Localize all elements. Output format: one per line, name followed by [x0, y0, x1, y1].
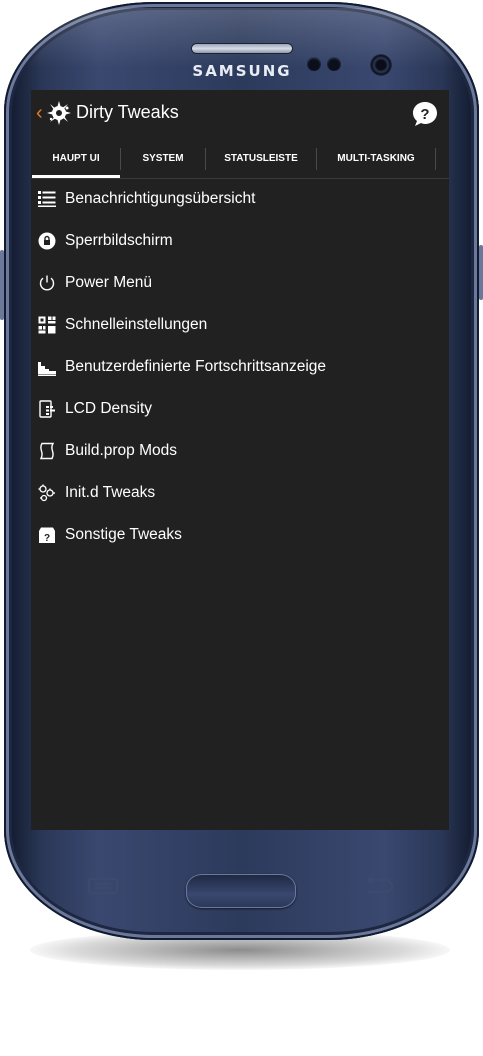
misc-box-icon: ? — [39, 527, 55, 544]
tab-system[interactable]: SYSTEM — [121, 142, 205, 178]
volume-button — [0, 250, 4, 320]
menu-item-label: Init.d Tweaks — [65, 484, 156, 501]
menu-item-schnelleinstellungen[interactable]: Schnelleinstellungen — [31, 307, 449, 343]
front-camera — [370, 54, 392, 76]
menu-item-label: Schnelleinstellungen — [65, 316, 208, 333]
power-icon — [39, 275, 55, 291]
tab-statusleiste[interactable]: STATUSLEISTE — [206, 142, 316, 178]
earpiece-speaker — [192, 44, 292, 53]
menu-item-init-d-tweaks[interactable]: Init.d Tweaks — [31, 475, 449, 511]
density-icon — [39, 400, 55, 418]
light-sensor — [327, 57, 341, 71]
tab-multi-tasking[interactable]: MULTI-TASKING — [317, 142, 435, 178]
app-title: Dirty Tweaks — [76, 102, 179, 122]
gears-icon — [38, 484, 55, 502]
back-key-icon[interactable] — [360, 874, 396, 896]
screen: ‹ Dirty Tweaks ? HAUPT UI SYSTEM STATUSL… — [31, 90, 449, 830]
menu-item-fortschrittsanzeige[interactable]: Benutzerdefinierte Fortschrittsanzeige — [31, 349, 449, 385]
menu-item-power-menu[interactable]: Power Menü — [31, 265, 449, 301]
menu-item-label: Sperrbildschirm — [65, 232, 173, 249]
svg-text:?: ? — [420, 106, 429, 123]
notification-list-icon — [38, 191, 56, 207]
tab-selected-indicator — [32, 175, 120, 178]
script-icon — [39, 442, 55, 460]
recent-apps-key-icon[interactable] — [86, 876, 120, 896]
menu-item-lcd-density[interactable]: LCD Density — [31, 391, 449, 427]
menu-item-label: Benutzerdefinierte Fortschrittsanzeige — [65, 358, 327, 375]
brand-logo: SAMSUNG — [192, 62, 292, 80]
action-bar: ‹ Dirty Tweaks ? — [31, 90, 449, 136]
lock-icon — [38, 232, 56, 250]
power-button — [479, 245, 483, 300]
progress-bar-icon — [38, 362, 56, 376]
menu-item-label: LCD Density — [65, 400, 152, 417]
help-bubble-icon[interactable]: ? — [411, 100, 439, 128]
menu-item-label: Sonstige Tweaks — [65, 526, 182, 543]
menu-item-sonstige-tweaks[interactable]: ? Sonstige Tweaks — [31, 517, 449, 553]
back-caret-icon[interactable]: ‹ — [36, 103, 43, 123]
proximity-sensor — [307, 57, 321, 71]
tab-haupt-ui[interactable]: HAUPT UI — [32, 142, 120, 178]
tab-bar: HAUPT UI SYSTEM STATUSLEISTE MULTI-TASKI… — [31, 142, 449, 179]
menu-item-label: Power Menü — [65, 274, 153, 291]
svg-text:?: ? — [44, 533, 50, 544]
menu-item-benachrichtigungsuebersicht[interactable]: Benachrichtigungsübersicht — [31, 181, 449, 217]
menu-item-label: Benachrichtigungsübersicht — [65, 190, 256, 207]
menu-item-sperrbildschirm[interactable]: Sperrbildschirm — [31, 223, 449, 259]
menu-item-build-prop-mods[interactable]: Build.prop Mods — [31, 433, 449, 469]
splat-logo-icon[interactable] — [46, 100, 72, 126]
quick-settings-icon — [38, 316, 56, 334]
home-button[interactable] — [186, 874, 296, 908]
menu-item-label: Build.prop Mods — [65, 442, 178, 459]
